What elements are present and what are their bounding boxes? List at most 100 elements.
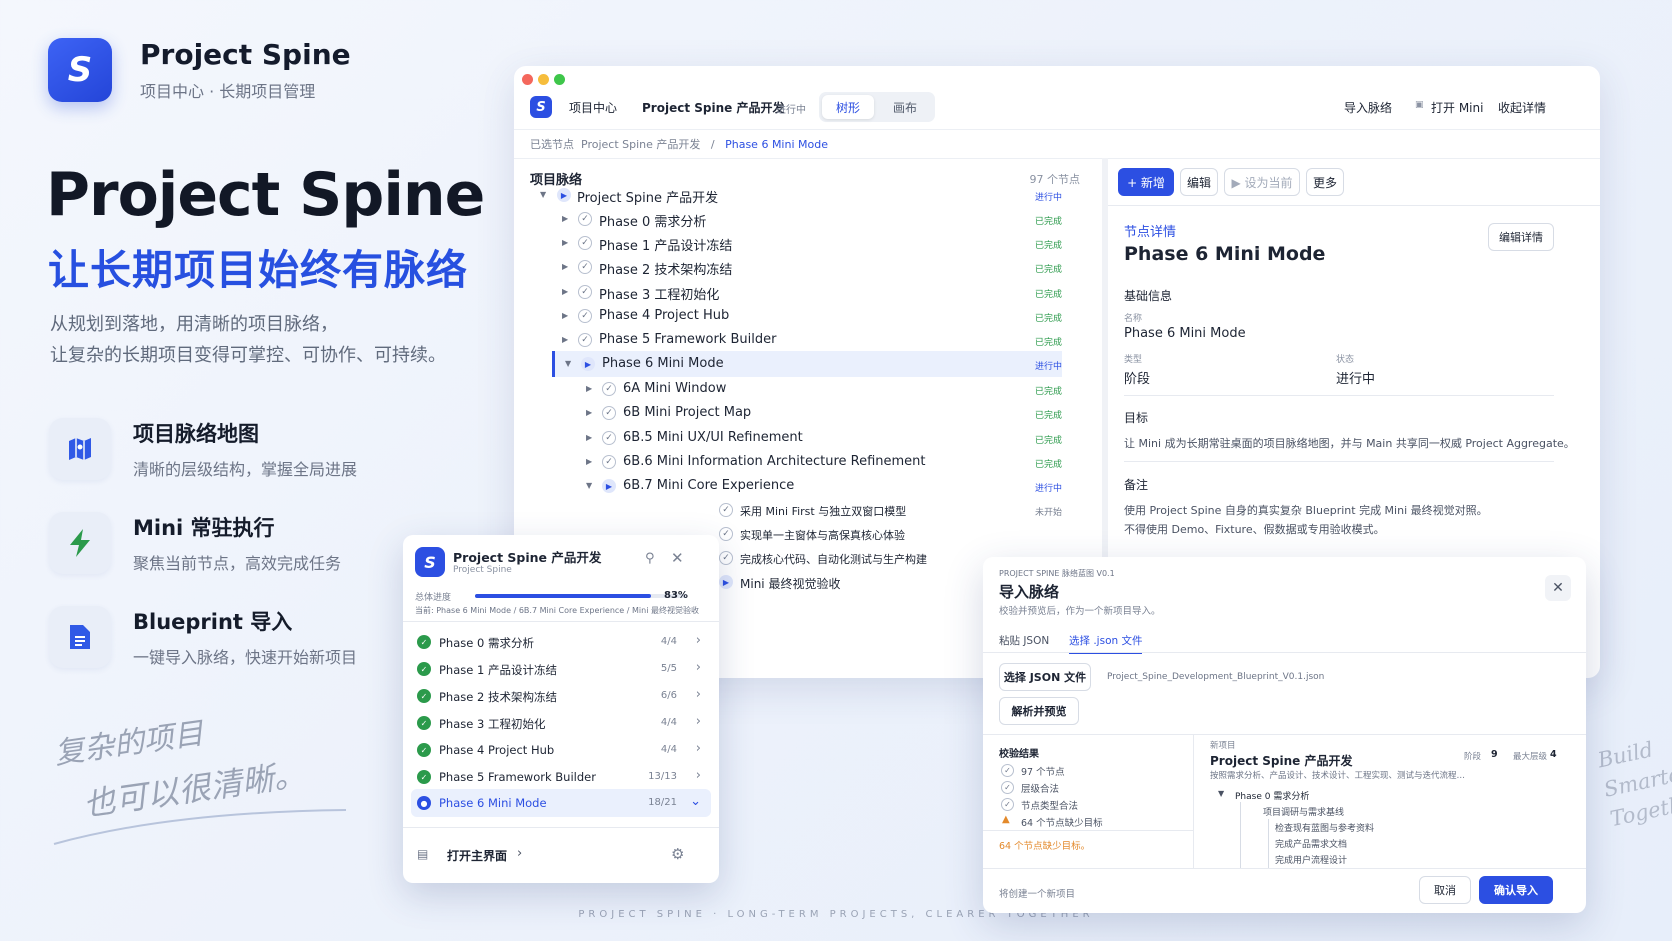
note-line1: 使用 Project Spine 自身的真实复杂 Blueprint 完成 Mi… bbox=[1124, 504, 1488, 517]
tree-label: Phase 4 Project Hub bbox=[599, 308, 730, 323]
import-dialog: PROJECT SPINE 脉络蓝图 V0.1 导入脉络 校验并预览后，作为一个… bbox=[983, 557, 1586, 913]
progress-bar bbox=[475, 594, 687, 598]
collapse-detail-button[interactable]: 收起详情 bbox=[1498, 99, 1546, 116]
more-button[interactable]: 更多 bbox=[1306, 168, 1344, 196]
close-icon[interactable]: ✕ bbox=[671, 549, 684, 567]
tree-row[interactable]: ▶ ✓ 6A Mini Window 已完成 bbox=[514, 376, 1102, 402]
minimize-dot[interactable] bbox=[538, 74, 549, 85]
nav-project[interactable]: Project Spine 产品开发 bbox=[642, 99, 784, 116]
chevron-right-icon[interactable]: ▶ bbox=[562, 311, 568, 320]
confirm-import-button[interactable]: 确认导入 bbox=[1479, 876, 1553, 904]
chevron-right-icon[interactable]: ▶ bbox=[562, 287, 568, 296]
add-button[interactable]: + 新增 bbox=[1118, 168, 1174, 196]
tree-row[interactable]: ✓ 采用 Mini First 与独立双窗口模型 未开始 bbox=[514, 497, 1102, 523]
mini-row-count: 4/4 bbox=[660, 636, 677, 647]
mini-row[interactable]: ✓ Phase 4 Project Hub 4/4 › bbox=[411, 736, 711, 764]
check-item: 97 个节点 bbox=[1021, 767, 1065, 778]
tree-label: 6B.5 Mini UX/UI Refinement bbox=[623, 430, 803, 445]
breadcrumb-project[interactable]: Project Spine 产品开发 bbox=[581, 138, 700, 151]
mini-row-selected[interactable]: ● Phase 6 Mini Mode 18/21 ⌄ bbox=[411, 789, 711, 817]
new-project-title: Project Spine 产品开发 bbox=[1210, 754, 1353, 768]
open-main-button[interactable]: 打开主界面 bbox=[447, 847, 507, 864]
mini-row[interactable]: ✓ Phase 0 需求分析 4/4 › bbox=[411, 628, 711, 656]
mini-row[interactable]: ✓ Phase 1 产品设计冻结 5/5 › bbox=[411, 655, 711, 683]
import-button[interactable]: 导入脉络 bbox=[1344, 99, 1392, 116]
chevron-right-icon: › bbox=[695, 768, 701, 783]
breadcrumb-current[interactable]: Phase 6 Mini Mode bbox=[725, 138, 828, 151]
tree-label: 6B Mini Project Map bbox=[623, 405, 752, 420]
chevron-right-icon[interactable]: ▶ bbox=[586, 433, 592, 442]
view-switch: 树形 画布 bbox=[819, 92, 935, 122]
status-badge: 已完成 bbox=[1034, 387, 1062, 397]
mini-row[interactable]: ✓ Phase 5 Framework Builder 13/13 › bbox=[411, 763, 711, 791]
project-status: 进行中 bbox=[776, 105, 806, 116]
chevron-right-icon[interactable]: ▶ bbox=[562, 335, 568, 344]
edit-detail-button[interactable]: 编辑详情 bbox=[1488, 223, 1554, 251]
tree-label: Phase 2 技术架构冻结 bbox=[599, 263, 733, 278]
brand-logo: S bbox=[48, 38, 112, 102]
mini-row-label: Phase 6 Mini Mode bbox=[439, 796, 547, 810]
status-badge: 已完成 bbox=[1034, 436, 1062, 446]
tab-tree[interactable]: 树形 bbox=[822, 95, 874, 119]
stage-value: 9 bbox=[1491, 749, 1498, 760]
chevron-down-icon[interactable]: ▼ bbox=[1218, 789, 1224, 798]
set-current-button[interactable]: ▶ 设为当前 bbox=[1224, 168, 1300, 196]
edit-button[interactable]: 编辑 bbox=[1180, 168, 1218, 196]
mini-row[interactable]: ✓ Phase 2 技术架构冻结 6/6 › bbox=[411, 682, 711, 710]
tree-row[interactable]: ▶ ✓ 6B.5 Mini UX/UI Refinement 已完成 bbox=[514, 425, 1102, 451]
zoom-dot[interactable] bbox=[554, 74, 565, 85]
check-icon: ✓ bbox=[719, 551, 733, 565]
tree-row[interactable]: ▶ ✓ Phase 1 产品设计冻结 已完成 bbox=[514, 230, 1102, 256]
tree-label: 采用 Mini First 与独立双窗口模型 bbox=[740, 505, 907, 518]
tab-paste-json[interactable]: 粘贴 JSON bbox=[999, 633, 1049, 648]
tree-row-selected[interactable]: ▼ ▶ Phase 6 Mini Mode 进行中 bbox=[552, 351, 1062, 377]
depth-label: 最大层级 bbox=[1513, 752, 1548, 762]
tree-row[interactable]: ▶ ✓ 6B.6 Mini Information Architecture R… bbox=[514, 449, 1102, 475]
close-dot[interactable] bbox=[522, 74, 533, 85]
status-badge: 已完成 bbox=[1034, 241, 1062, 251]
chevron-right-icon[interactable]: ▶ bbox=[586, 408, 592, 417]
parse-preview-button[interactable]: 解析并预览 bbox=[999, 697, 1079, 725]
nav-home[interactable]: 项目中心 bbox=[569, 99, 617, 116]
tab-canvas[interactable]: 画布 bbox=[879, 95, 931, 119]
mini-row[interactable]: ✓ Phase 3 工程初始化 4/4 › bbox=[411, 709, 711, 737]
detail-title: Phase 6 Mini Mode bbox=[1124, 243, 1326, 265]
tree-row[interactable]: ▼ ▶ Project Spine 产品开发 进行中 bbox=[514, 182, 1102, 208]
pin-icon[interactable]: ⚲ bbox=[645, 551, 655, 566]
tree-row[interactable]: ▶ ✓ Phase 2 技术架构冻结 已完成 bbox=[514, 254, 1102, 280]
mini-subtitle: Project Spine bbox=[453, 565, 512, 575]
tree-row[interactable]: ▶ ✓ Phase 3 工程初始化 已完成 bbox=[514, 279, 1102, 305]
tree-row[interactable]: ▶ ✓ Phase 0 需求分析 已完成 bbox=[514, 206, 1102, 232]
detail-section-label: 节点详情 bbox=[1124, 225, 1177, 240]
play-icon: ▶ bbox=[557, 188, 571, 202]
dialog-title: 导入脉络 bbox=[999, 583, 1060, 601]
tree-row[interactable]: ▶ ✓ Phase 5 Framework Builder 已完成 bbox=[514, 327, 1102, 353]
feature-desc: 聚焦当前节点，高效完成任务 bbox=[133, 554, 342, 573]
feature-title: 项目脉络地图 bbox=[133, 422, 259, 446]
chevron-down-icon[interactable]: ▼ bbox=[586, 481, 592, 490]
status-badge: 已完成 bbox=[1034, 460, 1062, 470]
tree-row[interactable]: ▶ ✓ Phase 4 Project Hub 已完成 bbox=[514, 303, 1102, 329]
mini-window-icon: ▣ bbox=[1415, 100, 1424, 110]
choose-json-button[interactable]: 选择 JSON 文件 bbox=[999, 663, 1091, 691]
close-icon[interactable]: ✕ bbox=[1545, 575, 1571, 601]
check-item: 层级合法 bbox=[1021, 784, 1060, 795]
chevron-right-icon[interactable]: ▶ bbox=[562, 262, 568, 271]
open-mini-button[interactable]: 打开 Mini bbox=[1431, 99, 1483, 116]
cancel-button[interactable]: 取消 bbox=[1419, 876, 1471, 904]
progress-fill bbox=[475, 594, 651, 598]
check-icon: ✓ bbox=[578, 212, 592, 226]
gear-icon[interactable]: ⚙ bbox=[671, 845, 684, 863]
status-badge: 已完成 bbox=[1034, 290, 1062, 300]
tab-choose-file[interactable]: 选择 .json 文件 bbox=[1069, 633, 1143, 654]
tree-row[interactable]: ▼ ▶ 6B.7 Mini Core Experience 进行中 bbox=[514, 473, 1102, 499]
chevron-right-icon[interactable]: ▶ bbox=[586, 457, 592, 466]
check-circle-icon: ✓ bbox=[417, 743, 431, 757]
chevron-right-icon[interactable]: ▶ bbox=[586, 384, 592, 393]
feature-title: Blueprint 导入 bbox=[133, 610, 293, 634]
chevron-down-icon[interactable]: ▼ bbox=[565, 359, 571, 368]
chevron-down-icon[interactable]: ▼ bbox=[540, 190, 546, 199]
chevron-right-icon[interactable]: ▶ bbox=[562, 238, 568, 247]
tree-row[interactable]: ▶ ✓ 6B Mini Project Map 已完成 bbox=[514, 400, 1102, 426]
chevron-right-icon[interactable]: ▶ bbox=[562, 214, 568, 223]
